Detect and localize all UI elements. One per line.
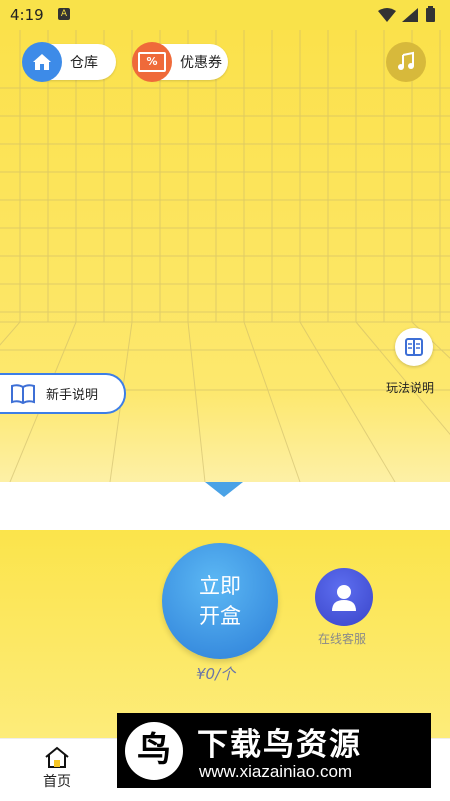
open-box-button[interactable]: 立即 开盒: [162, 543, 278, 659]
rules-button[interactable]: [395, 328, 433, 366]
rules-label[interactable]: 玩法说明: [386, 379, 434, 396]
music-icon: [398, 51, 414, 70]
person-icon: [332, 585, 356, 611]
battery-icon: [426, 6, 435, 22]
pointer-triangle: [205, 482, 243, 497]
watermark-url: www.xiazainiao.com: [199, 762, 353, 781]
music-toggle-button[interactable]: [386, 42, 426, 82]
grid-backdrop: [0, 30, 450, 482]
coupon-button[interactable]: % 优惠券: [132, 42, 228, 82]
status-bar: 4:19 A: [0, 0, 450, 30]
hero-background: [0, 30, 450, 482]
tab-home-label: 首页: [43, 774, 71, 790]
watermark-logo: 鸟: [125, 722, 183, 780]
coupon-icon: %: [132, 42, 172, 82]
price-label: ¥0/个: [196, 665, 236, 683]
warehouse-label: 仓库: [70, 55, 98, 71]
signal-icon: [402, 8, 418, 22]
watermark-title: 下载鸟资源: [197, 727, 362, 763]
open-box-line1: 立即: [199, 574, 241, 598]
open-box-line2: 开盒: [199, 604, 241, 628]
home-icon: [22, 42, 62, 82]
coupon-label: 优惠券: [180, 55, 222, 71]
wifi-icon: [378, 8, 396, 22]
status-icons: [376, 6, 440, 28]
open-book-icon: [11, 383, 35, 404]
home-tab-icon: [12, 745, 102, 771]
customer-service-button[interactable]: [315, 568, 373, 626]
status-time: 4:19: [10, 6, 44, 24]
watermark-overlay: 鸟 下载鸟资源 www.xiazainiao.com: [117, 713, 431, 788]
tab-home[interactable]: 首页: [12, 745, 102, 791]
warehouse-button[interactable]: 仓库: [22, 42, 116, 82]
guide-label: 新手说明: [46, 388, 99, 403]
notification-icon: A: [58, 8, 70, 20]
guide-button[interactable]: 新手说明: [0, 373, 126, 414]
book-icon: [405, 338, 423, 356]
customer-service-label: 在线客服: [318, 632, 367, 646]
